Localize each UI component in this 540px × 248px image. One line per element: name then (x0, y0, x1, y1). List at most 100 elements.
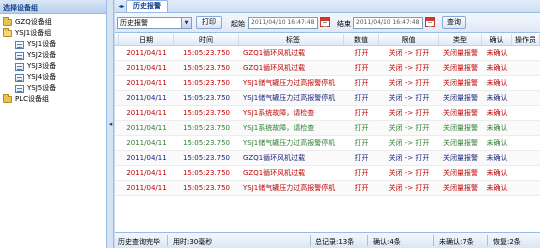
tree-group-node[interactable]: PLC设备组 (0, 94, 106, 105)
cell-operator (512, 136, 540, 150)
start-date-input[interactable]: 2011/04/10 16:47:48 (248, 17, 318, 29)
column-header-date[interactable]: 日期 (119, 34, 174, 45)
device-icon (15, 40, 24, 49)
cell-tag: YSJ1储气罐压力过高报警停机 (243, 139, 336, 147)
device-group-panel-title: 选择设备组 (0, 0, 106, 14)
table-row[interactable]: 2011/04/11 15:05:23.750 YSJ1系统故障，请检查 打开 关闭 -… (115, 106, 540, 121)
elapsed-time: 用时:30毫秒 (173, 238, 213, 246)
cell-time: 15:05:23.750 (182, 124, 231, 132)
cell-time: 15:05:23.750 (182, 139, 231, 147)
tree-node-label: YSJ3设备 (27, 62, 57, 70)
cell-ack: 未确认 (486, 79, 508, 87)
cell-limit: 关闭 -> 打开 (388, 169, 430, 177)
cell-date: 2011/04/11 (126, 184, 167, 192)
cell-limit: 关闭 -> 打开 (388, 139, 430, 147)
alarm-grid: 日期 时间 标签 数值 限值 类型 确认 操作员 2011/04/11 15:05:23.750… (115, 34, 540, 196)
tree-node-label: YSJ4设备 (27, 73, 57, 81)
tree-node-label: YSJ2设备 (27, 51, 57, 59)
tree-device-node[interactable]: YSJ5设备 (0, 83, 106, 94)
cell-time: 15:05:23.750 (182, 79, 231, 87)
cell-type: 关闭量报警 (443, 94, 478, 102)
column-header-limit[interactable]: 限值 (379, 34, 439, 45)
column-header-time[interactable]: 时间 (174, 34, 239, 45)
cell-ack: 未确认 (486, 154, 508, 162)
cell-operator (512, 46, 540, 60)
end-calendar-icon[interactable] (425, 17, 435, 27)
cell-tag: YSJ1系统故障，请检查 (243, 124, 315, 132)
cell-date: 2011/04/11 (126, 154, 167, 162)
table-row[interactable]: 2011/04/11 15:05:23.750 YSJ1储气罐压力过高报警停机 打开 关… (115, 136, 540, 151)
panel-splitter[interactable]: ◂ (107, 0, 114, 248)
status-bar: 历史查询完毕 用时:30毫秒 总记录:13条 确认:4条 未确认:7条 恢复:2… (115, 232, 540, 248)
cell-time: 15:05:23.750 (182, 94, 231, 102)
alarm-type-select[interactable]: 历史报警 ▼ (117, 17, 192, 29)
start-calendar-icon[interactable] (320, 17, 330, 27)
tree-node-label: GZQ设备组 (15, 18, 52, 26)
cell-date: 2011/04/11 (126, 64, 167, 72)
cell-ack: 未确认 (486, 94, 508, 102)
column-header-type[interactable]: 类型 (439, 34, 482, 45)
main-panel: ◂▸ 历史报警 历史报警 ▼ 打印 起始 2011/04/10 16:47:48… (115, 0, 540, 248)
cell-date: 2011/04/11 (126, 94, 167, 102)
query-button[interactable]: 查询 (442, 16, 466, 29)
tree-device-node[interactable]: YSJ2设备 (0, 50, 106, 61)
column-header-ack[interactable]: 确认 (482, 34, 512, 45)
cell-tag: GZQ1循环风机过载 (243, 64, 306, 72)
cell-operator (512, 181, 540, 195)
cell-operator (512, 106, 540, 120)
table-row[interactable]: 2011/04/11 15:05:23.750 GZQ1循环风机过载 打开 关闭 -> … (115, 151, 540, 166)
cell-tag: GZQ1循环风机过载 (243, 154, 306, 162)
column-header-operator[interactable]: 操作员 (512, 34, 540, 45)
table-row[interactable]: 2011/04/11 15:05:23.750 YSJ1系统故障，请检查 打开 关闭 -… (115, 121, 540, 136)
cell-limit: 关闭 -> 打开 (388, 79, 430, 87)
table-row[interactable]: 2011/04/11 15:05:23.750 YSJ1储气罐压力过高报警停机 打开 关… (115, 181, 540, 196)
unacked-count: 未确认:7条 (439, 238, 474, 246)
collapse-arrow-icon[interactable]: ◂ (108, 118, 113, 130)
status-divider (310, 235, 311, 246)
table-row[interactable]: 2011/04/11 15:05:23.750 GZQ1循环风机过载 打开 关闭 -> … (115, 166, 540, 181)
chevron-down-icon[interactable]: ▼ (181, 18, 191, 28)
start-label: 起始 (231, 20, 245, 28)
device-icon (15, 51, 24, 60)
cell-type: 关闭量报警 (443, 79, 478, 87)
alarm-grid-header: 日期 时间 标签 数值 限值 类型 确认 操作员 (115, 34, 540, 46)
cell-tag: YSJ1储气罐压力过高报警停机 (243, 184, 336, 192)
tree-device-node[interactable]: YSJ3设备 (0, 61, 106, 72)
tree-device-node[interactable]: YSJ1设备 (0, 39, 106, 50)
cell-tag: GZQ1循环风机过载 (243, 169, 306, 177)
cell-ack: 未确认 (486, 49, 508, 57)
table-row[interactable]: 2011/04/11 15:05:23.750 GZQ1循环风机过载 打开 关闭 -> … (115, 46, 540, 61)
cell-ack: 未确认 (486, 184, 508, 192)
status-divider (367, 235, 368, 246)
cell-time: 15:05:23.750 (182, 64, 231, 72)
cell-time: 15:05:23.750 (182, 109, 231, 117)
cell-operator (512, 91, 540, 105)
cell-type: 关闭量报警 (443, 49, 478, 57)
table-row[interactable]: 2011/04/11 15:05:23.750 YSJ1储气罐压力过高报警停机 打开 关… (115, 91, 540, 106)
tree-group-node[interactable]: YSJ1设备组 (0, 28, 106, 39)
cell-type: 关闭量报警 (443, 139, 478, 147)
cell-type: 关闭量报警 (443, 154, 478, 162)
cell-date: 2011/04/11 (126, 139, 167, 147)
cell-limit: 关闭 -> 打开 (388, 154, 430, 162)
folder-icon (3, 94, 12, 103)
alarm-type-select-value: 历史报警 (120, 19, 148, 27)
device-icon (15, 84, 24, 93)
acked-count: 确认:4条 (373, 238, 401, 246)
table-row[interactable]: 2011/04/11 15:05:23.750 GZQ1循环风机过载 打开 关闭 -> … (115, 61, 540, 76)
table-row[interactable]: 2011/04/11 15:05:23.750 YSJ1储气罐压力过高报警停机 打开 关… (115, 76, 540, 91)
cell-time: 15:05:23.750 (182, 49, 231, 57)
end-date-input[interactable]: 2011/04/10 16:47:48 (353, 17, 423, 29)
tab-scroll-icon[interactable]: ◂▸ (117, 1, 126, 12)
cell-operator (512, 121, 540, 135)
tree-device-node[interactable]: YSJ4设备 (0, 72, 106, 83)
column-header-tag[interactable]: 标签 (239, 34, 344, 45)
tree-group-node[interactable]: GZQ设备组 (0, 17, 106, 28)
query-status: 历史查询完毕 (118, 238, 160, 246)
column-header-value[interactable]: 数值 (344, 34, 379, 45)
cell-operator (512, 151, 540, 165)
cell-type: 关闭量报警 (443, 124, 478, 132)
print-button[interactable]: 打印 (196, 16, 222, 29)
cell-operator (512, 166, 540, 180)
tab-history-alarm[interactable]: 历史报警 (126, 0, 168, 12)
